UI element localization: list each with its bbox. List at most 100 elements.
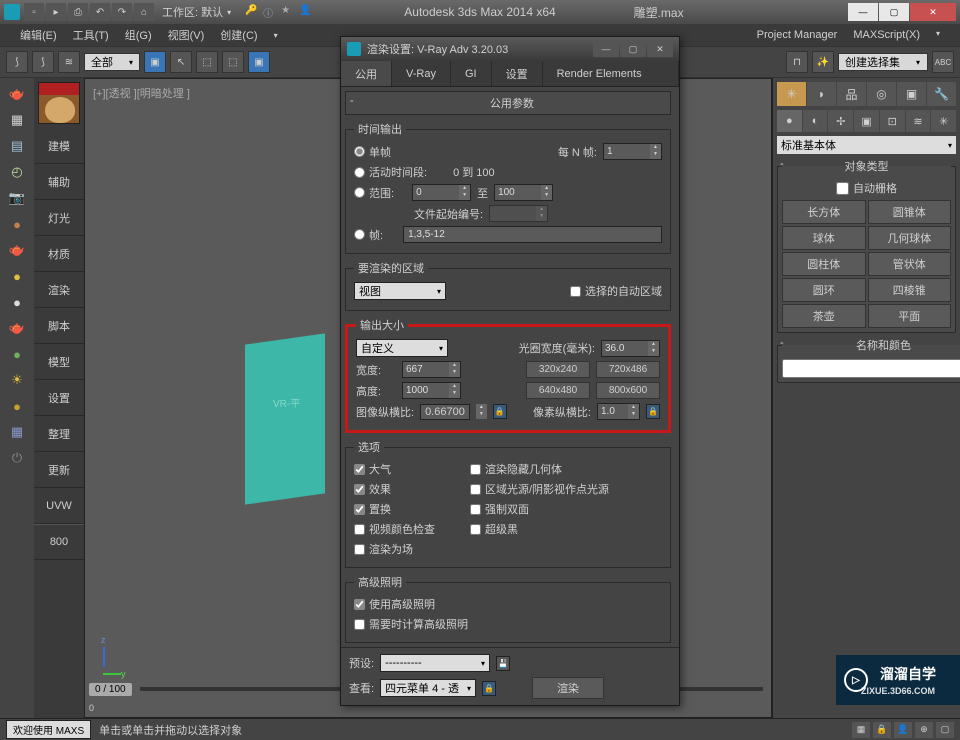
status-box-icon[interactable]: ▢ bbox=[936, 722, 954, 738]
menu-tools[interactable]: 工具(T) bbox=[73, 27, 109, 43]
dialog-maximize-button[interactable]: ▢ bbox=[620, 41, 646, 57]
space-cat-icon[interactable]: ≋ bbox=[906, 110, 931, 132]
star-icon[interactable]: ★ bbox=[281, 5, 295, 19]
rotate-icon[interactable]: ⬚ bbox=[222, 51, 244, 73]
midtab-uvw[interactable]: UVW bbox=[34, 488, 84, 524]
workspace-label[interactable]: 工作区: 默认 bbox=[162, 4, 223, 20]
spinner-icon[interactable]: ▲▼ bbox=[628, 404, 639, 419]
superblack-checkbox[interactable] bbox=[470, 524, 481, 535]
midtab-material[interactable]: 材质 bbox=[34, 236, 84, 272]
yellow-sphere-icon[interactable]: ● bbox=[4, 264, 30, 288]
camera-cat-icon[interactable]: ▣ bbox=[854, 110, 879, 132]
cursor-icon[interactable]: ↖ bbox=[170, 51, 192, 73]
effects-checkbox[interactable] bbox=[354, 484, 365, 495]
user-avatar[interactable] bbox=[38, 82, 80, 124]
prim-tube[interactable]: 管状体 bbox=[868, 252, 952, 276]
spinner-icon[interactable]: ▲▼ bbox=[650, 144, 661, 159]
prim-geosphere[interactable]: 几何球体 bbox=[868, 226, 952, 250]
midtab-last[interactable]: 800 bbox=[34, 524, 84, 560]
grid-tool-icon[interactable]: ▦ bbox=[4, 108, 30, 132]
green-sphere-icon[interactable]: ● bbox=[4, 342, 30, 366]
preset-combo[interactable]: ---------- bbox=[380, 654, 490, 672]
disp-checkbox[interactable] bbox=[354, 504, 365, 515]
primitive-category[interactable]: 标准基本体 bbox=[777, 136, 956, 154]
light-cat-icon[interactable]: ✢ bbox=[828, 110, 853, 132]
preset-320x240[interactable]: 320x240 bbox=[526, 361, 590, 378]
viewport-geometry[interactable] bbox=[245, 333, 325, 504]
panel-tab-hierarchy-icon[interactable]: 品 bbox=[837, 82, 866, 106]
system-cat-icon[interactable]: ✳ bbox=[931, 110, 956, 132]
tab-vray[interactable]: V-Ray bbox=[392, 61, 451, 86]
power-icon[interactable]: ⏻ bbox=[4, 446, 30, 470]
panel-tab-motion-icon[interactable]: ◎ bbox=[867, 82, 896, 106]
waves-icon[interactable]: ≋ bbox=[58, 51, 80, 73]
hidden-checkbox[interactable] bbox=[470, 464, 481, 475]
range-radio[interactable] bbox=[354, 187, 365, 198]
use-adv-light-checkbox[interactable] bbox=[354, 599, 365, 610]
tab-common[interactable]: 公用 bbox=[341, 61, 392, 86]
wand-icon[interactable]: ✨ bbox=[812, 51, 834, 73]
panel-tab-create-icon[interactable]: ✳ bbox=[777, 82, 806, 106]
midtab-mdl[interactable]: 模型 bbox=[34, 344, 84, 380]
move-icon[interactable]: ⬚ bbox=[196, 51, 218, 73]
range-from-input[interactable] bbox=[413, 187, 459, 198]
midtab-render[interactable]: 渲染 bbox=[34, 272, 84, 308]
status-grid-icon[interactable]: ▦ bbox=[852, 722, 870, 738]
twoside-checkbox[interactable] bbox=[470, 504, 481, 515]
spinner-icon[interactable]: ▲▼ bbox=[541, 185, 552, 200]
teapot-tool-icon[interactable]: 🫖 bbox=[4, 82, 30, 106]
area-light-checkbox[interactable] bbox=[470, 484, 481, 495]
redo-icon[interactable]: ↷ bbox=[112, 3, 132, 21]
prim-box[interactable]: 长方体 bbox=[782, 200, 866, 224]
midtab-update[interactable]: 更新 bbox=[34, 452, 84, 488]
midtab-script[interactable]: 脚本 bbox=[34, 308, 84, 344]
panel-tab-modify-icon[interactable]: ◗ bbox=[807, 82, 836, 106]
spinner-icon[interactable]: ▲▼ bbox=[449, 362, 460, 377]
menu-create[interactable]: 创建(C) bbox=[220, 27, 257, 43]
spinner-icon[interactable]: ▲▼ bbox=[459, 185, 470, 200]
height-input[interactable] bbox=[403, 385, 449, 396]
timeline-frame[interactable]: 0 / 100 bbox=[89, 683, 132, 696]
open-icon[interactable]: ▸ bbox=[46, 3, 66, 21]
prim-plane[interactable]: 平面 bbox=[868, 304, 952, 328]
unlink-icon[interactable]: ⟆ bbox=[32, 51, 54, 73]
frames-radio[interactable] bbox=[354, 229, 365, 240]
view-lock-icon[interactable]: 🔒 bbox=[482, 681, 496, 696]
scale-icon[interactable]: ▣ bbox=[248, 51, 270, 73]
preset-800x600[interactable]: 800x600 bbox=[596, 382, 660, 399]
prim-pyramid[interactable]: 四棱锥 bbox=[868, 278, 952, 302]
active-seg-radio[interactable] bbox=[354, 167, 365, 178]
viewport-header[interactable]: [+][透视 ][明暗处理 ] bbox=[93, 85, 190, 101]
link-icon[interactable]: ⟆ bbox=[6, 51, 28, 73]
abc-toggle-icon[interactable]: ABC bbox=[932, 51, 954, 73]
undo-icon[interactable]: ↶ bbox=[90, 3, 110, 21]
save-icon[interactable]: ⎙ bbox=[68, 3, 88, 21]
table-tool-icon[interactable]: ▤ bbox=[4, 134, 30, 158]
status-lock-icon[interactable]: 🔒 bbox=[873, 722, 891, 738]
pix-aspect-input[interactable] bbox=[598, 406, 628, 417]
magnet-icon[interactable]: ⊓ bbox=[786, 51, 808, 73]
tab-render-elements[interactable]: Render Elements bbox=[543, 61, 679, 86]
nth-input[interactable] bbox=[604, 146, 650, 157]
compute-adv-light-checkbox[interactable] bbox=[354, 619, 365, 630]
aperture-input[interactable] bbox=[602, 343, 648, 354]
render-tool-icon[interactable]: 🫖 bbox=[4, 238, 30, 262]
status-nav-icon[interactable]: ⊕ bbox=[915, 722, 933, 738]
width-input[interactable] bbox=[403, 364, 449, 375]
dialog-section-header[interactable]: -公用参数 bbox=[345, 91, 671, 115]
selection-filter[interactable]: 全部 bbox=[84, 53, 140, 71]
tab-gi[interactable]: GI bbox=[451, 61, 492, 86]
spinner-icon[interactable]: ▲▼ bbox=[648, 341, 659, 356]
midtab-model[interactable]: 建模 bbox=[34, 128, 84, 164]
dialog-minimize-button[interactable]: — bbox=[593, 41, 619, 57]
shape-cat-icon[interactable]: ◐ bbox=[803, 110, 828, 132]
render-area-combo[interactable]: 视图 bbox=[354, 282, 446, 300]
output-size-combo[interactable]: 自定义 bbox=[356, 339, 448, 357]
midtab-light[interactable]: 灯光 bbox=[34, 200, 84, 236]
menu-view[interactable]: 视图(V) bbox=[168, 27, 205, 43]
frames-input[interactable] bbox=[403, 226, 662, 243]
preset-save-icon[interactable]: 💾 bbox=[496, 656, 510, 671]
wire-teapot-icon[interactable]: 🫖 bbox=[4, 316, 30, 340]
preset-720x486[interactable]: 720x486 bbox=[596, 361, 660, 378]
status-person-icon[interactable]: 👤 bbox=[894, 722, 912, 738]
